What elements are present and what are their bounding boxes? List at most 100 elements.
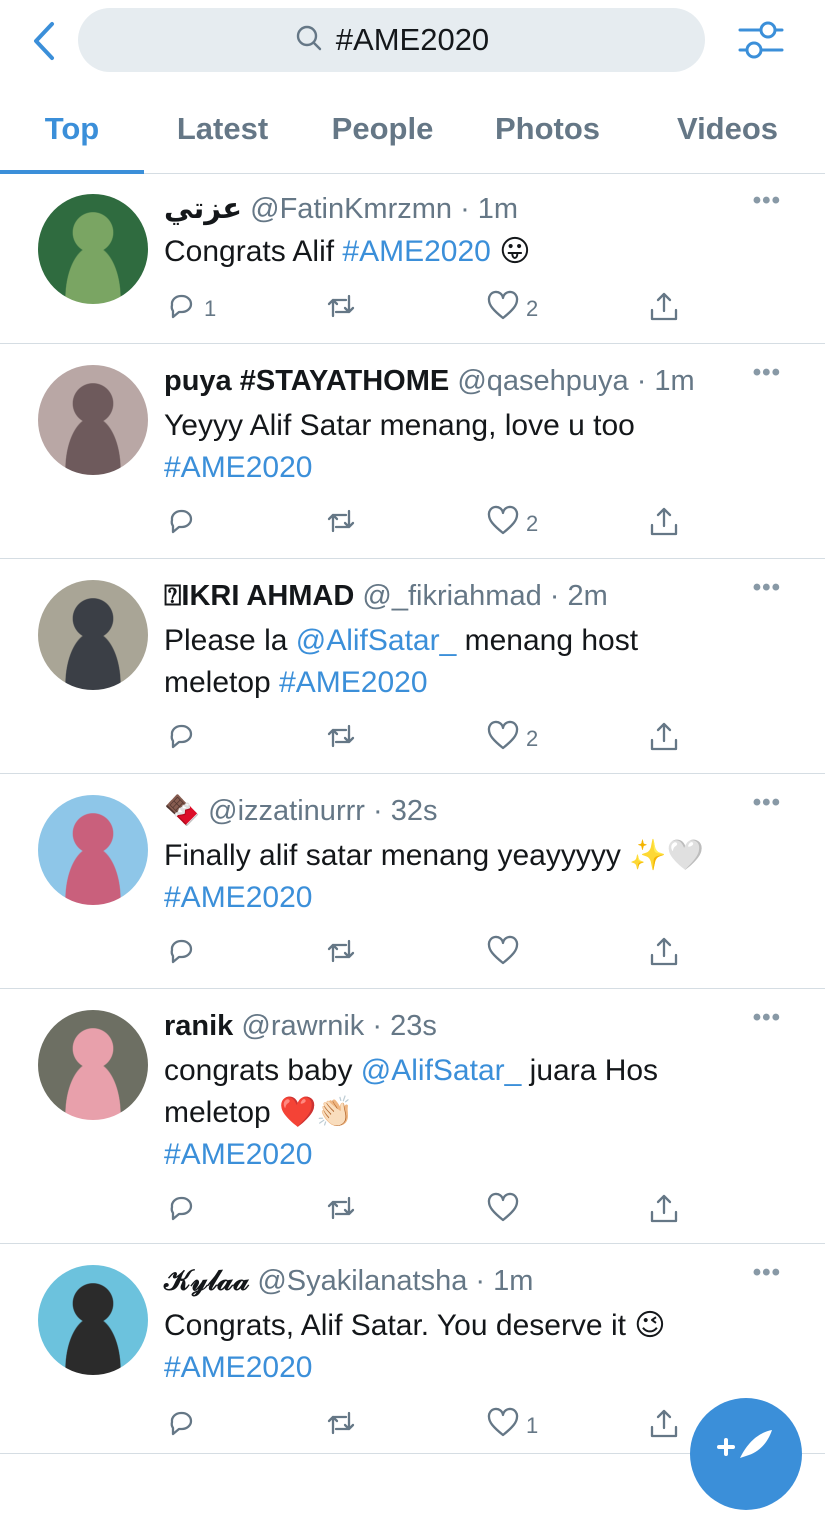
reply-button[interactable]: 1 <box>164 289 216 329</box>
hashtag-link[interactable]: #AME2020 <box>164 451 312 484</box>
user-handle[interactable]: @_fikriahmad <box>362 580 541 612</box>
share-button[interactable] <box>647 934 681 974</box>
tweet-text: congrats baby @AlifSatar_ juara Hos melet… <box>164 1050 774 1176</box>
reply-button[interactable] <box>164 719 204 759</box>
hashtag-link[interactable]: #AME2020 <box>164 1138 312 1171</box>
tweet[interactable]: puya #STAYATHOME @qasehpuya · 1m ••• Yeyyy… <box>0 343 825 559</box>
more-options-icon[interactable]: ••• <box>753 187 781 215</box>
share-icon <box>647 1191 681 1231</box>
heart-icon <box>486 719 520 759</box>
top-bar: #AME2020 <box>0 0 825 85</box>
more-options-icon[interactable]: ••• <box>753 1004 781 1032</box>
tweet-text-segment: Congrats Alif <box>164 235 343 268</box>
retweet-button[interactable] <box>324 1406 364 1446</box>
reply-button[interactable] <box>164 1406 204 1446</box>
avatar[interactable] <box>38 1265 148 1375</box>
tweet-actions: 1 <box>164 1406 724 1446</box>
display-name[interactable]: puya #STAYATHOME <box>164 365 449 397</box>
retweet-button[interactable] <box>324 719 364 759</box>
avatar[interactable] <box>38 365 148 475</box>
search-query: #AME2020 <box>335 22 490 57</box>
user-handle[interactable]: @Syakilanatsha <box>257 1265 467 1297</box>
heart-icon <box>486 934 520 974</box>
like-button[interactable] <box>486 934 526 974</box>
share-button[interactable] <box>647 504 681 544</box>
avatar[interactable] <box>38 580 148 690</box>
back-chevron-icon[interactable] <box>26 20 64 62</box>
tweet-actions <box>164 1191 724 1231</box>
like-button[interactable]: 2 <box>486 719 538 759</box>
share-button[interactable] <box>647 1406 681 1446</box>
retweet-icon <box>324 289 358 329</box>
share-button[interactable] <box>647 289 681 329</box>
tweet-text-segment: Congrats, Alif Satar. You deserve it 😉 <box>164 1309 666 1342</box>
more-options-icon[interactable]: ••• <box>753 1259 781 1287</box>
tab-photos[interactable]: Photos <box>475 85 620 173</box>
search-bar[interactable]: #AME2020 <box>78 8 705 72</box>
tweet-header: 🍫 @izzatinurrr · 32s <box>164 793 437 829</box>
avatar[interactable] <box>38 194 148 304</box>
share-button[interactable] <box>647 719 681 759</box>
share-icon <box>647 1406 681 1446</box>
timestamp: · 1m <box>460 193 519 225</box>
tweet-text: Finally alif satar menang yeayyyyy ✨🤍 #AM… <box>164 835 774 919</box>
tab-people[interactable]: People <box>310 85 455 173</box>
display-name[interactable]: ⍰IKRI AHMAD <box>164 580 354 612</box>
reply-button[interactable] <box>164 1191 204 1231</box>
tweet[interactable]: عزتي @FatinKmrzmn · 1m ••• Congrats Alif #… <box>0 173 825 344</box>
tweet-header: 𝒦𝓎𝓁𝒶𝒶 @Syakilanatsha · 1m <box>164 1263 533 1299</box>
more-options-icon[interactable]: ••• <box>753 359 781 387</box>
user-handle[interactable]: @qasehpuya <box>457 365 628 397</box>
retweet-button[interactable] <box>324 289 364 329</box>
like-button[interactable] <box>486 1191 526 1231</box>
likes-count: 2 <box>526 511 539 536</box>
mention-link[interactable]: @AlifSatar_ <box>296 624 457 657</box>
like-button[interactable]: 2 <box>486 504 538 544</box>
user-handle[interactable]: @rawrnik <box>241 1010 364 1042</box>
timestamp: · 32s <box>372 795 438 827</box>
compose-tweet-button[interactable] <box>690 1398 802 1510</box>
avatar[interactable] <box>38 795 148 905</box>
like-button[interactable]: 1 <box>486 1406 538 1446</box>
tweet[interactable]: 🍫 @izzatinurrr · 32s ••• Finally alif sata… <box>0 773 825 989</box>
display-name[interactable]: 🍫 <box>164 795 200 827</box>
search-filter-icon[interactable] <box>736 18 786 62</box>
hashtag-link[interactable]: #AME2020 <box>164 881 312 914</box>
reply-button[interactable] <box>164 504 204 544</box>
retweet-icon <box>324 1406 358 1446</box>
timestamp: · 23s <box>372 1010 437 1042</box>
mention-link[interactable]: @AlifSatar_ <box>361 1054 522 1087</box>
reply-button[interactable] <box>164 934 204 974</box>
retweet-button[interactable] <box>324 934 364 974</box>
display-name[interactable]: ranik <box>164 1010 233 1042</box>
share-button[interactable] <box>647 1191 681 1231</box>
user-handle[interactable]: @FatinKmrzmn <box>250 193 452 225</box>
hashtag-link[interactable]: #AME2020 <box>279 666 427 699</box>
tweet-text-segment: meletop ❤️👏🏻 <box>164 1096 354 1129</box>
tweet-text-segment: juara Hos <box>521 1054 659 1087</box>
avatar[interactable] <box>38 1010 148 1120</box>
tweet-header: عزتي @FatinKmrzmn · 1m <box>164 191 518 227</box>
tweet[interactable]: ranik @rawrnik · 23s ••• congrats baby @Al… <box>0 988 825 1244</box>
tweet[interactable]: ⍰IKRI AHMAD @_fikriahmad · 2m ••• Please l… <box>0 558 825 774</box>
tab-top[interactable]: Top <box>0 85 144 173</box>
user-handle[interactable]: @izzatinurrr <box>208 795 365 827</box>
display-name[interactable]: 𝒦𝓎𝓁𝒶𝒶 <box>164 1265 249 1297</box>
tab-latest[interactable]: Latest <box>150 85 295 173</box>
retweet-button[interactable] <box>324 1191 364 1231</box>
display-name[interactable]: عزتي <box>164 193 242 225</box>
reply-icon <box>164 1406 198 1446</box>
retweet-icon <box>324 504 358 544</box>
like-button[interactable]: 2 <box>486 289 538 329</box>
hashtag-link[interactable]: #AME2020 <box>164 1351 312 1384</box>
share-icon <box>647 719 681 759</box>
retweet-button[interactable] <box>324 504 364 544</box>
more-options-icon[interactable]: ••• <box>753 574 781 602</box>
more-options-icon[interactable]: ••• <box>753 789 781 817</box>
tweet-actions <box>164 934 724 974</box>
heart-icon <box>486 1406 520 1446</box>
tweet-text-segment: Yeyyy Alif Satar menang, love u too <box>164 409 635 442</box>
hashtag-link[interactable]: #AME2020 <box>342 235 490 268</box>
tab-videos[interactable]: Videos <box>655 85 800 173</box>
heart-icon <box>486 289 520 329</box>
